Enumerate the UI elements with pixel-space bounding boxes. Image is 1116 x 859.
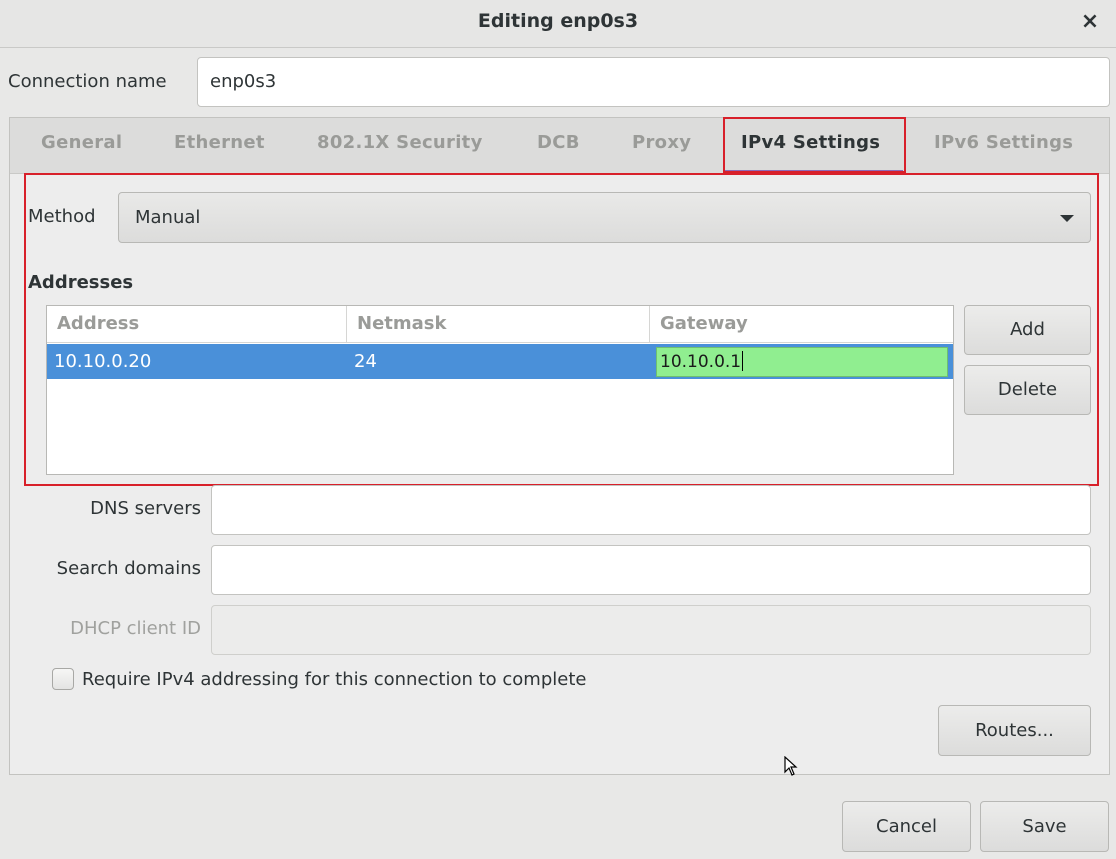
active-tab-indicator [725,170,903,173]
tab-dcb[interactable]: DCB [537,132,580,153]
chevron-down-icon [1060,215,1074,222]
save-button[interactable]: Save [980,801,1109,852]
add-button[interactable]: Add [964,305,1091,355]
cancel-button[interactable]: Cancel [842,801,971,852]
netmask-cell[interactable]: 24 [354,344,377,379]
text-caret [742,351,744,371]
dns-servers-label: DNS servers [90,498,201,519]
method-dropdown[interactable]: Manual [118,192,1091,243]
delete-button[interactable]: Delete [964,365,1091,415]
tab-ipv4-settings[interactable]: IPv4 Settings [741,132,880,153]
search-domains-label: Search domains [56,558,201,579]
tab-8021x-security[interactable]: 802.1X Security [317,132,483,153]
connection-name-field[interactable]: enp0s3 [197,57,1110,107]
gateway-cell-editor[interactable]: 10.10.0.1 [656,347,948,377]
table-row[interactable]: 10.10.0.20 24 10.10.0.1 [47,344,953,379]
address-cell[interactable]: 10.10.0.20 [54,344,151,379]
table-header: Address Netmask Gateway [47,306,953,343]
dns-servers-field[interactable] [211,485,1091,535]
addresses-table: Address Netmask Gateway 10.10.0.20 24 10… [46,305,954,475]
method-label: Method [28,206,96,227]
connection-name-label: Connection name [8,71,167,92]
tab-general[interactable]: General [41,132,122,153]
mouse-pointer-icon [784,756,798,776]
tab-bar: General Ethernet 802.1X Security DCB Pro… [10,118,1109,174]
tab-ethernet[interactable]: Ethernet [174,132,265,153]
require-ipv4-label[interactable]: Require IPv4 addressing for this connect… [82,669,586,690]
dhcp-client-id-field [211,605,1091,655]
title-bar: Editing enp0s3 × [0,0,1116,48]
column-header-address[interactable]: Address [47,306,347,343]
addresses-heading: Addresses [28,272,134,293]
tab-proxy[interactable]: Proxy [632,132,691,153]
close-button[interactable]: × [1078,8,1102,36]
search-domains-field[interactable] [211,545,1091,595]
require-ipv4-checkbox[interactable] [52,668,74,690]
column-header-gateway[interactable]: Gateway [650,306,954,343]
tab-ipv6-settings[interactable]: IPv6 Settings [934,132,1073,153]
dhcp-client-id-label: DHCP client ID [70,618,201,639]
gateway-value: 10.10.0.1 [660,352,742,372]
window-title: Editing enp0s3 [477,10,639,32]
routes-button[interactable]: Routes... [938,705,1091,756]
column-header-netmask[interactable]: Netmask [347,306,650,343]
method-value: Manual [135,207,201,228]
